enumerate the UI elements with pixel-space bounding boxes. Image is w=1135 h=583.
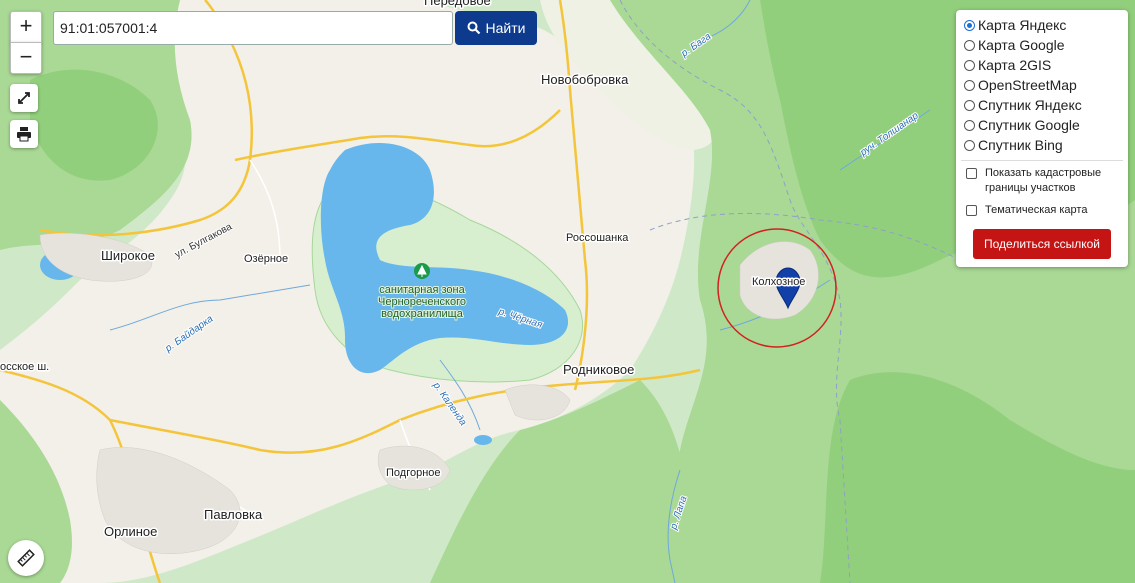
- park-label-line2: Чернореченского: [378, 296, 466, 308]
- place-novobobrovka: Новобобровка: [541, 72, 629, 87]
- park-label-line1: санитарная зона: [379, 284, 465, 296]
- place-orlinoe: Орлиное: [104, 524, 157, 539]
- place-rossoshanka: Россошанка: [566, 232, 629, 244]
- share-link-button[interactable]: Поделиться ссылкой: [973, 229, 1111, 259]
- layer-option-google-satellite[interactable]: Спутник Google: [964, 115, 1080, 135]
- layer-option-2gis-map[interactable]: Карта 2GIS: [964, 55, 1051, 75]
- place-rodnikovoe: Родниковое: [563, 362, 634, 377]
- layer-option-label: Спутник Google: [978, 117, 1080, 133]
- checkbox[interactable]: [966, 168, 977, 179]
- place-rosskoe: осское ш.: [0, 361, 49, 373]
- search-input[interactable]: [53, 11, 453, 45]
- layer-option-osm[interactable]: OpenStreetMap: [964, 75, 1077, 95]
- lake-podgornoe: [474, 435, 492, 445]
- print-button[interactable]: [10, 120, 38, 148]
- search-button-label: Найти: [485, 20, 526, 36]
- place-shirokoe: Широкое: [101, 248, 155, 263]
- cadastral-borders-label: Показать кадастровые границы участков: [985, 166, 1101, 196]
- layer-option-label: Спутник Bing: [978, 137, 1063, 153]
- cadastral-label-line1: Показать кадастровые: [985, 167, 1102, 179]
- thematic-map-toggle[interactable]: Тематическая карта: [966, 203, 1087, 218]
- zoom-in-button[interactable]: +: [10, 11, 42, 43]
- radio-icon[interactable]: [964, 79, 975, 91]
- layer-option-label: Карта Яндекс: [978, 17, 1067, 33]
- cadastral-label-line2: границы участков: [985, 182, 1076, 194]
- park-label-line3: водохранилища: [381, 308, 464, 320]
- radio-icon[interactable]: [964, 119, 975, 131]
- expand-icon: [18, 92, 30, 104]
- printer-icon: [17, 127, 31, 142]
- layer-option-yandex-satellite[interactable]: Спутник Яндекс: [964, 95, 1082, 115]
- radio-icon[interactable]: [964, 59, 975, 71]
- layer-option-label: OpenStreetMap: [978, 77, 1077, 93]
- layer-option-label: Карта Google: [978, 37, 1065, 53]
- divider: [961, 160, 1123, 161]
- layer-option-label: Спутник Яндекс: [978, 97, 1082, 113]
- layer-option-bing-satellite[interactable]: Спутник Bing: [964, 135, 1063, 155]
- place-pavlovka: Павловка: [204, 507, 263, 522]
- layer-option-google-map[interactable]: Карта Google: [964, 35, 1065, 55]
- checkbox[interactable]: [966, 205, 977, 216]
- radio-icon[interactable]: [964, 139, 975, 151]
- park-icon: [414, 263, 430, 279]
- fullscreen-button[interactable]: [10, 84, 38, 112]
- place-kolkhoznoe: Колхозное: [752, 276, 805, 288]
- place-ozernoe: Озёрное: [244, 253, 288, 265]
- ruler-button[interactable]: [8, 540, 44, 576]
- zoom-out-button[interactable]: −: [10, 42, 42, 74]
- place-podgornoe: Подгорное: [386, 467, 441, 479]
- radio-icon[interactable]: [964, 99, 975, 111]
- search-button[interactable]: Найти: [455, 11, 537, 45]
- radio-icon[interactable]: [964, 19, 975, 31]
- place-peredovoe: Передовое: [424, 0, 491, 8]
- layer-option-label: Карта 2GIS: [978, 57, 1052, 73]
- layer-panel: Карта Яндекс Карта Google Карта 2GIS Ope…: [956, 10, 1128, 267]
- thematic-map-label: Тематическая карта: [985, 204, 1088, 216]
- layer-option-yandex-map[interactable]: Карта Яндекс: [964, 15, 1066, 35]
- radio-icon[interactable]: [964, 39, 975, 51]
- cadastral-borders-toggle[interactable]: Показать кадастровые границы участков: [966, 166, 1101, 196]
- search-icon: [467, 21, 480, 35]
- ruler-icon: [17, 549, 35, 567]
